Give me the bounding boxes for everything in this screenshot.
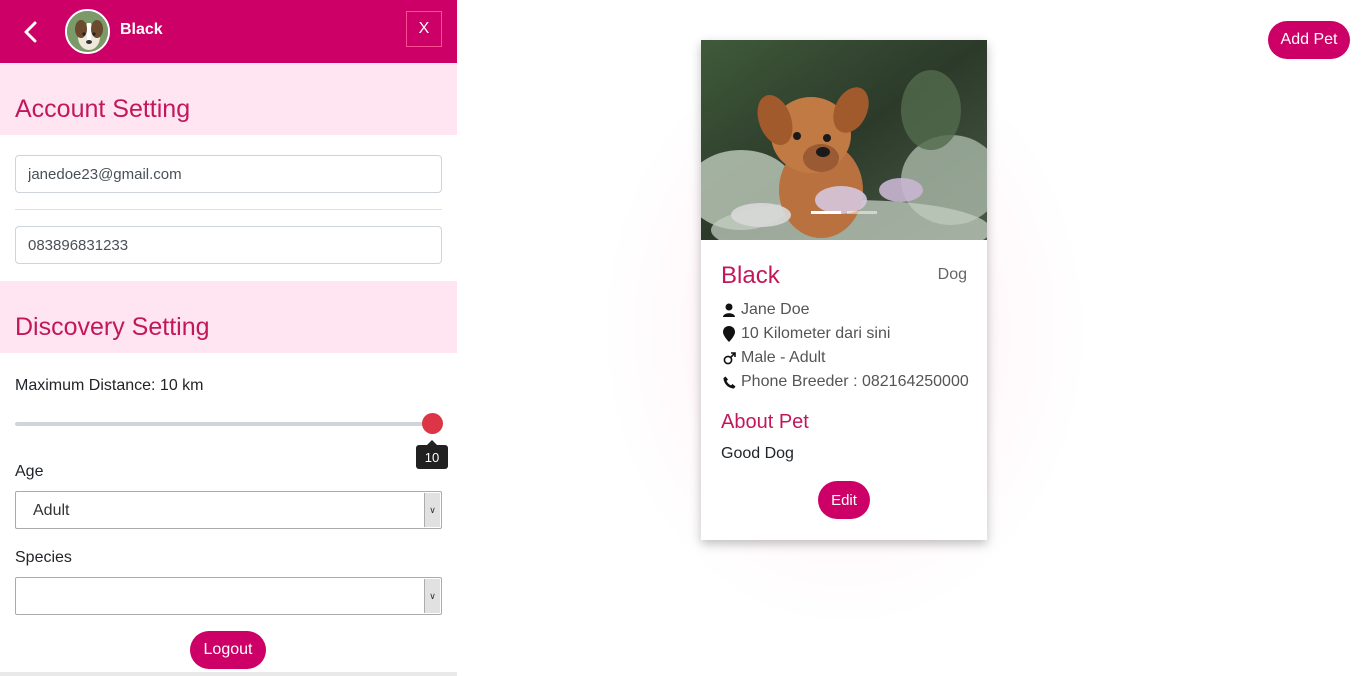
phone-row: Phone Breeder : 082164250000 — [721, 373, 969, 391]
owner-row: Jane Doe — [721, 301, 810, 319]
distance-slider-track[interactable] — [15, 422, 432, 426]
phone-field[interactable] — [15, 226, 442, 264]
divider — [15, 209, 442, 210]
chevron-down-icon: ∨ — [424, 493, 440, 527]
age-select[interactable]: Adult ∨ — [15, 491, 442, 529]
distance-slider-thumb[interactable] — [421, 413, 443, 434]
chevron-down-icon: ∨ — [424, 579, 440, 613]
pet-name: Black — [721, 262, 780, 289]
male-icon — [721, 350, 737, 366]
carousel-indicator[interactable] — [811, 211, 841, 214]
discovery-setting-title: Discovery Setting — [15, 313, 210, 341]
breeder-phone-text: Phone Breeder : 082164250000 — [741, 373, 969, 390]
distance-text: 10 Kilometer dari sini — [741, 325, 891, 342]
pet-photo — [701, 40, 987, 240]
settings-sidebar: Black X Account Setting Discovery Settin… — [0, 0, 457, 676]
pet-species: Dog — [937, 266, 967, 283]
discovery-section-header: Discovery Setting — [0, 281, 457, 353]
sidebar-header: Black X — [0, 0, 457, 63]
age-label: Age — [15, 463, 44, 480]
add-pet-button[interactable]: Add Pet — [1268, 21, 1350, 59]
max-distance-label: Maximum Distance: 10 km — [15, 377, 204, 394]
email-field[interactable] — [15, 155, 442, 193]
logout-button[interactable]: Logout — [190, 631, 266, 669]
distance-row: 10 Kilometer dari sini — [721, 325, 890, 343]
pet-card: Black Dog Jane Doe 10 Kilometer dari sin… — [701, 40, 987, 540]
user-icon — [721, 302, 737, 318]
species-label: Species — [15, 549, 72, 566]
owner-name: Jane Doe — [741, 301, 810, 318]
pet-photo-carousel[interactable] — [701, 40, 987, 240]
chevron-left-icon — [24, 21, 37, 43]
account-setting-title: Account Setting — [15, 95, 191, 123]
gender-row: Male - Adult — [721, 349, 825, 367]
account-section-header: Account Setting — [0, 63, 457, 135]
close-button[interactable]: X — [406, 11, 442, 47]
pet-avatar[interactable] — [65, 9, 110, 54]
carousel-indicator[interactable] — [847, 211, 877, 214]
edit-button[interactable]: Edit — [818, 481, 870, 519]
about-pet-title: About Pet — [721, 411, 809, 433]
age-select-value: Adult — [33, 502, 70, 519]
phone-icon — [721, 374, 737, 390]
gender-age-text: Male - Adult — [741, 349, 826, 366]
back-button[interactable] — [18, 18, 44, 46]
header-pet-name: Black — [120, 21, 163, 38]
map-pin-icon — [721, 326, 737, 342]
about-pet-text: Good Dog — [721, 445, 794, 462]
carousel-indicators — [811, 211, 877, 214]
distance-slider-tooltip: 10 — [416, 440, 448, 469]
species-select[interactable]: ∨ — [15, 577, 442, 615]
